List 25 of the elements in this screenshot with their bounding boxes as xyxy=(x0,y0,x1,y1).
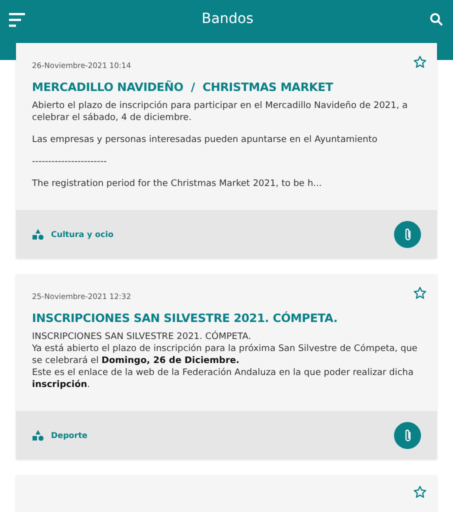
post-text: Abierto el plazo de inscripción para participar en el Mercadillo Navideño de 2021, a celebrar el sábado, 4 de diciembre. xyxy=(32,100,409,124)
star-icon[interactable] xyxy=(413,485,427,499)
post-text: Ya está abierto el plazo de inscripción para la próxima San Silvestre de Cómpeta, que se celebrará el Domingo, 26 de Diciembre. xyxy=(32,343,418,367)
shapes-icon xyxy=(32,228,44,240)
post-text: Este es el enlace de la web de la Federación Andaluza en la que poder realizar dicha inscripción. xyxy=(32,367,414,391)
menu-icon[interactable] xyxy=(9,13,25,27)
category-label[interactable]: Deporte xyxy=(51,430,387,440)
star-icon[interactable] xyxy=(413,286,427,300)
news-card[interactable] xyxy=(16,43,437,258)
star-icon[interactable] xyxy=(413,54,427,68)
post-text: INSCRIPCIONES SAN SILVESTRE 2021. CÓMPETA. xyxy=(32,331,252,343)
paperclip-icon xyxy=(404,428,412,442)
news-card[interactable] xyxy=(16,274,437,459)
post-title[interactable]: MERCADILLO NAVIDEÑO / CHRISTMAS MARKET xyxy=(32,80,427,94)
attachment-button[interactable] xyxy=(394,220,421,248)
paperclip-icon xyxy=(404,226,412,242)
app-title: Bandos xyxy=(202,11,254,27)
attachment-button[interactable] xyxy=(394,422,421,448)
shapes-icon xyxy=(32,430,44,440)
post-text: ----------------------- xyxy=(32,156,108,168)
search-icon[interactable] xyxy=(430,13,443,26)
post-text: The registration period for the Christmas Market 2021, to be h... xyxy=(32,178,323,190)
post-text: Las empresas y personas interesadas pueden apuntarse en el Ayuntamiento xyxy=(32,134,378,146)
category-label[interactable]: Cultura y ocio xyxy=(51,230,387,238)
post-title[interactable]: INSCRIPCIONES SAN SILVESTRE 2021. CÓMPETA. xyxy=(32,311,427,325)
